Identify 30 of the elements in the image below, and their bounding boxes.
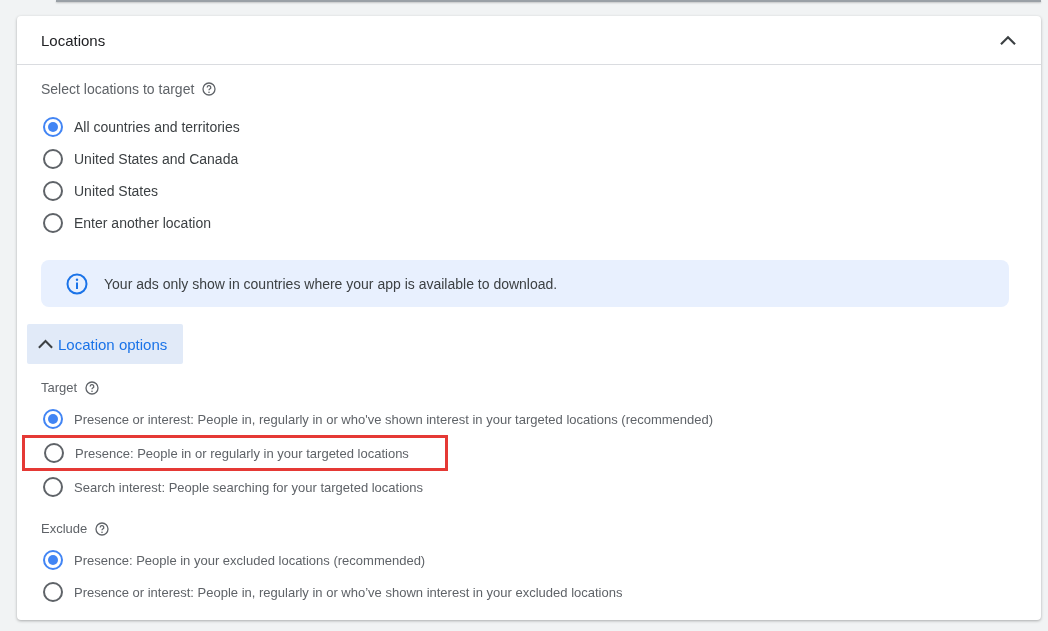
field-label: Target	[41, 380, 78, 395]
field-label: Exclude	[41, 521, 88, 536]
radio-button[interactable]	[43, 149, 63, 169]
radio-button[interactable]	[44, 443, 64, 463]
option-label: Presence: People in or regularly in your targeted locations	[75, 445, 409, 461]
info-text: Your ads only show in countries where your app is available to download.	[104, 275, 558, 292]
option-label: Presence: People in your excluded locations (recommended)	[74, 552, 426, 568]
caret-icon	[37, 338, 54, 350]
option-label: Presence or interest: People in, regularly in or who've shown interest in your targeted locations (recommended)	[74, 411, 714, 427]
radio-button[interactable]	[43, 582, 63, 602]
option-label: United States and Canada	[74, 151, 239, 167]
option-label: All countries and territories	[74, 119, 240, 135]
field-label: Select locations to target	[41, 81, 195, 97]
radio-button[interactable]	[43, 213, 63, 233]
radio-button[interactable]	[43, 117, 63, 137]
help-icon[interactable]	[85, 380, 100, 395]
collapse-icon[interactable]	[999, 34, 1017, 46]
info-icon	[66, 272, 88, 295]
radio-button[interactable]	[43, 550, 63, 570]
option-label: Enter another location	[74, 215, 211, 231]
location-options-button[interactable]: Location options	[27, 324, 184, 364]
radio-button[interactable]	[43, 477, 63, 497]
help-icon[interactable]	[95, 521, 110, 536]
help-icon[interactable]	[202, 82, 217, 96]
radio-button[interactable]	[43, 181, 63, 201]
option-label: United States	[74, 183, 159, 199]
section-title: Locations	[41, 31, 106, 49]
radio-button[interactable]	[43, 409, 63, 429]
option-label: Search interest: People searching for your targeted locations	[74, 479, 424, 495]
option-label: Presence or interest: People in, regularly in or who’ve shown interest in your excluded locations	[74, 584, 623, 600]
